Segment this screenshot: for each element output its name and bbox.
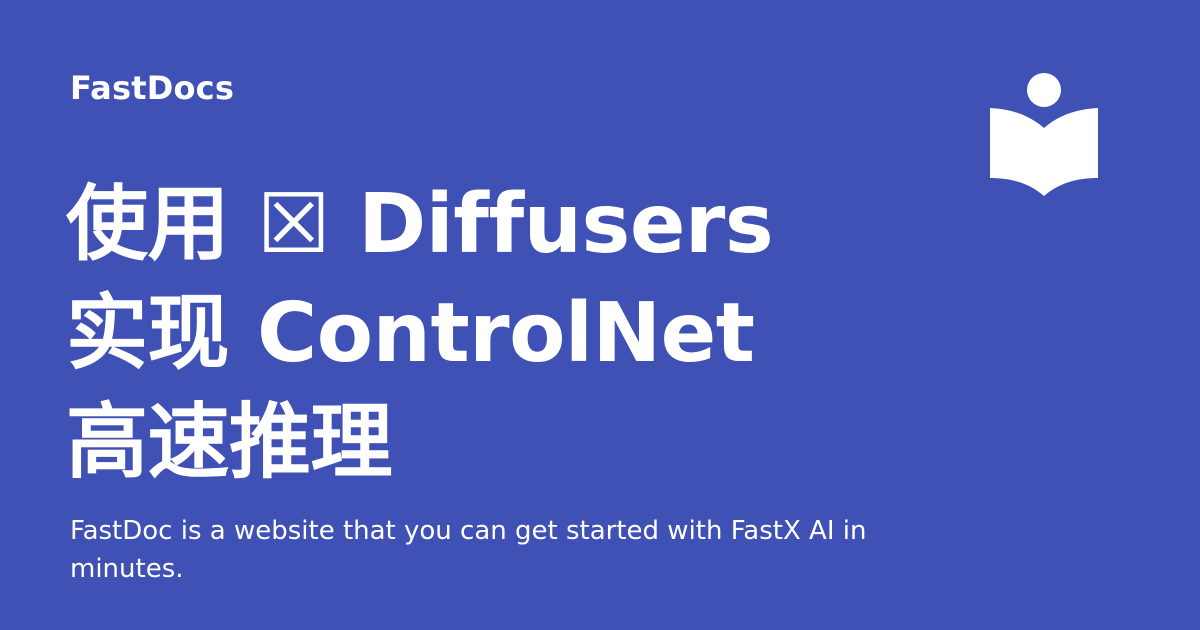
- title-line-2: 实现 ControlNet: [66, 286, 755, 381]
- title-line-3: 高速推理: [66, 395, 393, 490]
- reader-book-icon: [985, 70, 1103, 198]
- page-title: 使用 ☒ Diffusers 实现 ControlNet 高速推理: [66, 170, 886, 497]
- brand-name: FastDocs: [70, 69, 235, 107]
- title-line-1: 使用 ☒ Diffusers: [66, 177, 774, 272]
- social-card: FastDocs 使用 ☒ Diffusers 实现 ControlNet 高速…: [0, 0, 1200, 630]
- page-description: FastDoc is a website that you can get st…: [70, 516, 867, 584]
